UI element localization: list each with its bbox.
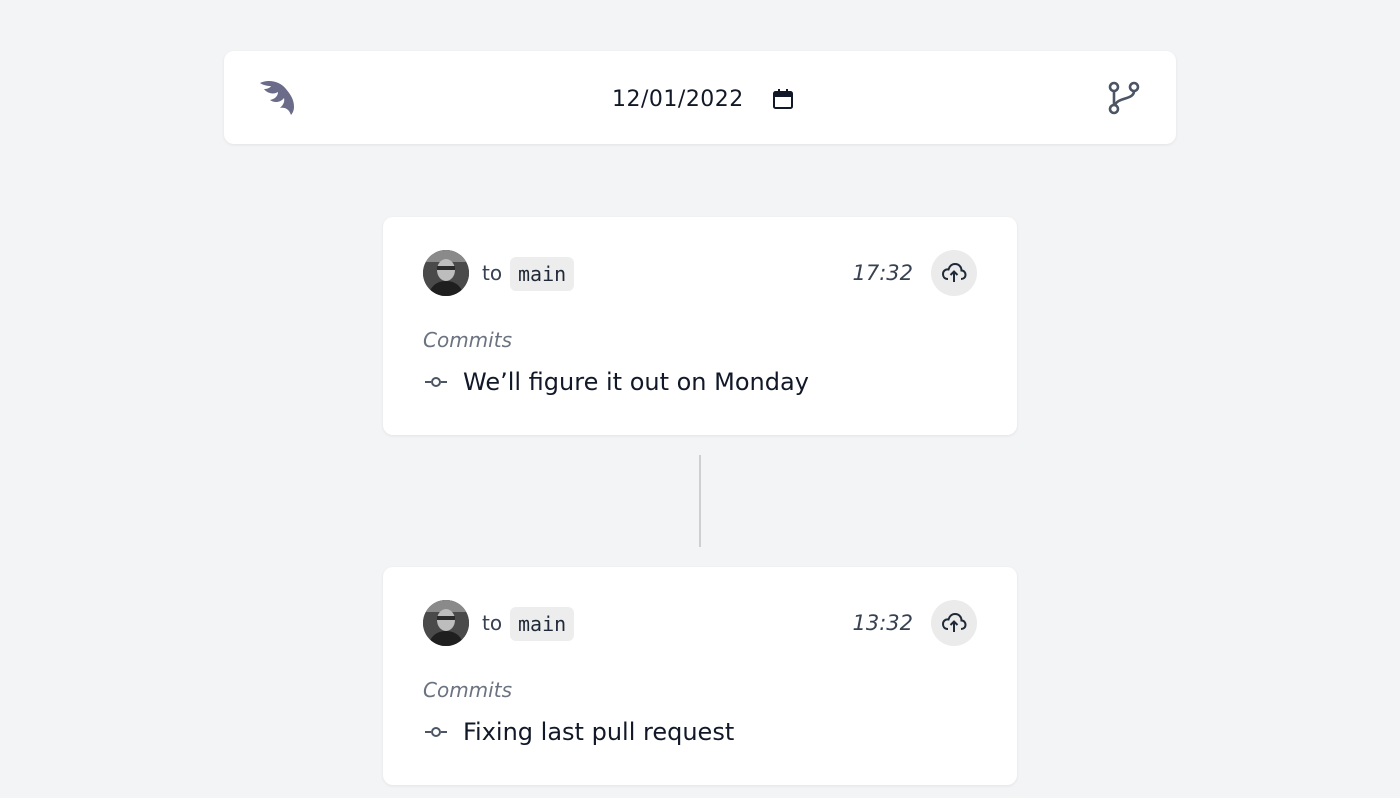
to-label: to	[482, 261, 503, 285]
top-bar: 12/01/2022	[224, 51, 1176, 144]
branch-tag: main	[510, 257, 575, 291]
timeline-connector	[699, 455, 701, 547]
push-button[interactable]	[931, 600, 977, 646]
cloud-upload-icon	[941, 262, 967, 282]
branch-tag: main	[510, 607, 575, 641]
commit-message: Fixing last pull request	[463, 718, 735, 746]
commits-label: Commits	[423, 328, 512, 352]
push-time: 17:32	[852, 261, 913, 285]
commit-item[interactable]: Fixing last pull request	[423, 718, 734, 746]
commit-item[interactable]: We’ll figure it out on Monday	[423, 368, 809, 396]
user-avatar[interactable]	[423, 600, 469, 646]
git-commit-icon	[425, 727, 447, 737]
push-button[interactable]	[931, 250, 977, 296]
commit-message: We’ll figure it out on Monday	[463, 368, 809, 396]
commits-label: Commits	[423, 678, 512, 702]
push-card: to main 17:32 Commits We’ll figure it ou…	[383, 217, 1017, 435]
user-avatar[interactable]	[423, 250, 469, 296]
to-label: to	[482, 611, 503, 635]
git-branch-icon[interactable]	[1106, 80, 1142, 116]
git-commit-icon	[425, 377, 447, 387]
push-time: 13:32	[852, 611, 913, 635]
calendar-icon[interactable]	[772, 88, 794, 110]
push-card: to main 13:32 Commits Fixing last pull r…	[383, 567, 1017, 785]
cloud-upload-icon	[941, 612, 967, 632]
date-picker[interactable]: 12/01/2022	[612, 84, 794, 114]
date-input-value[interactable]: 12/01/2022	[612, 87, 744, 112]
feather-logo-icon[interactable]	[258, 77, 298, 117]
